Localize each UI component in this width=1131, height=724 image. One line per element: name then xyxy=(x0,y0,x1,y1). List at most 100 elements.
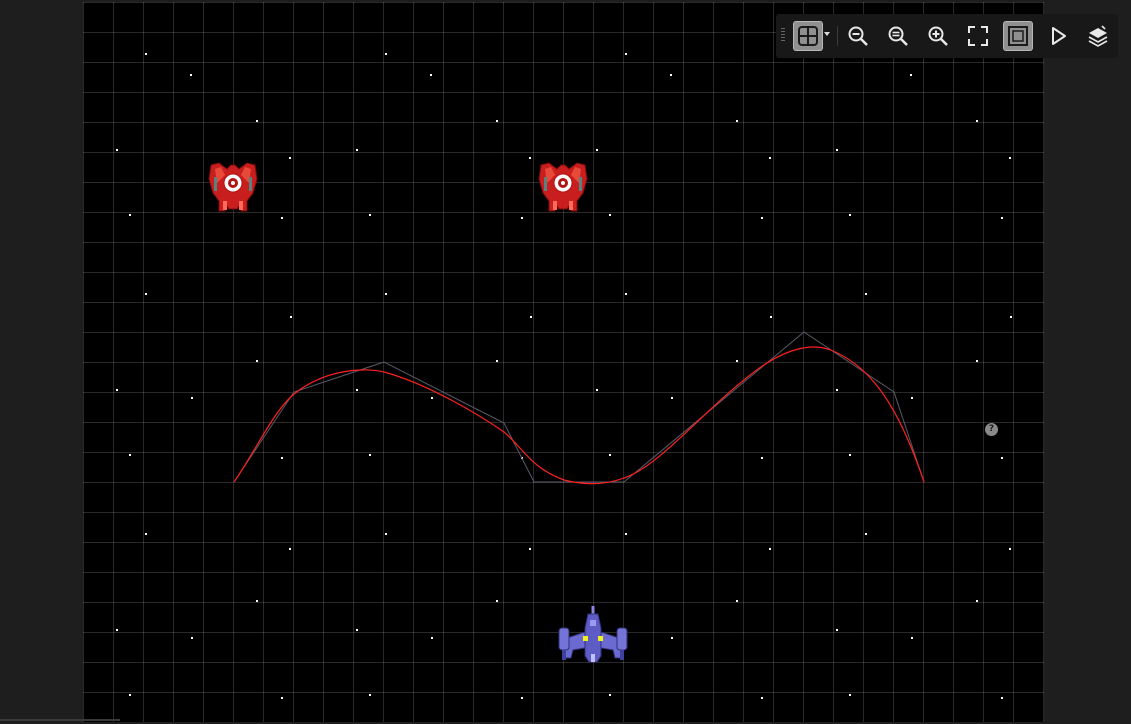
player-ship[interactable] xyxy=(558,606,628,663)
star xyxy=(976,600,978,602)
star xyxy=(431,397,433,399)
star xyxy=(191,397,193,399)
fullscreen-button[interactable] xyxy=(963,21,993,51)
star xyxy=(191,637,193,639)
star xyxy=(129,454,131,456)
star xyxy=(521,217,523,219)
star xyxy=(849,214,851,216)
star xyxy=(625,53,627,55)
star xyxy=(1009,548,1011,550)
star xyxy=(431,637,433,639)
zoom-reset-button[interactable] xyxy=(883,21,913,51)
star xyxy=(865,293,867,295)
star xyxy=(609,214,611,216)
star xyxy=(596,149,598,151)
fullscreen-icon xyxy=(968,26,988,46)
star xyxy=(256,120,258,122)
enemy-ship[interactable] xyxy=(538,162,588,212)
help-icon[interactable]: ? xyxy=(985,423,998,436)
star xyxy=(116,149,118,151)
star xyxy=(671,637,673,639)
frame-bounds-button[interactable] xyxy=(1003,21,1033,51)
zoom-in-icon xyxy=(928,26,948,46)
zoom-reset-icon xyxy=(888,26,908,46)
star xyxy=(529,548,531,550)
path-control-polygon[interactable] xyxy=(233,331,925,483)
star xyxy=(670,74,672,76)
star xyxy=(385,533,387,535)
zoom-out-button[interactable] xyxy=(843,21,873,51)
star xyxy=(256,600,258,602)
viewport-toolbar xyxy=(776,14,1118,58)
star xyxy=(911,397,913,399)
star xyxy=(290,316,292,318)
star xyxy=(770,316,772,318)
star xyxy=(116,389,118,391)
star xyxy=(836,389,838,391)
star xyxy=(849,694,851,696)
star xyxy=(145,293,147,295)
star xyxy=(625,533,627,535)
star xyxy=(496,120,498,122)
star xyxy=(1001,457,1003,459)
play-button[interactable] xyxy=(1043,21,1073,51)
editor-canvas[interactable] xyxy=(83,2,1044,722)
star xyxy=(625,293,627,295)
star xyxy=(1009,157,1011,159)
starfield xyxy=(116,53,1012,699)
star xyxy=(496,600,498,602)
grid-snap-button[interactable] xyxy=(793,21,823,51)
star xyxy=(145,53,147,55)
star xyxy=(736,360,738,362)
toolbar-grip-handle[interactable] xyxy=(781,28,785,42)
star xyxy=(281,697,283,699)
grid-options-chevron-down-icon[interactable] xyxy=(824,32,830,36)
star xyxy=(836,629,838,631)
layers-icon xyxy=(1088,25,1108,47)
panel-bottom-border xyxy=(0,719,120,721)
movement-path-curve[interactable] xyxy=(233,346,925,485)
toolbar-divider xyxy=(837,26,838,46)
star xyxy=(145,533,147,535)
star xyxy=(281,457,283,459)
star xyxy=(369,694,371,696)
star xyxy=(496,360,498,362)
grid-icon xyxy=(798,26,818,46)
star xyxy=(761,697,763,699)
star xyxy=(761,457,763,459)
star xyxy=(356,389,358,391)
star xyxy=(289,157,291,159)
star xyxy=(609,454,611,456)
star xyxy=(385,293,387,295)
star xyxy=(671,397,673,399)
star xyxy=(530,316,532,318)
layers-button[interactable] xyxy=(1083,21,1113,51)
star xyxy=(1010,316,1012,318)
star xyxy=(761,217,763,219)
star xyxy=(609,694,611,696)
star xyxy=(289,548,291,550)
star xyxy=(529,157,531,159)
star xyxy=(976,120,978,122)
zoom-in-button[interactable] xyxy=(923,21,953,51)
star xyxy=(190,74,192,76)
star xyxy=(849,454,851,456)
star xyxy=(769,548,771,550)
frame-icon xyxy=(1008,26,1028,46)
star xyxy=(1001,697,1003,699)
star xyxy=(281,217,283,219)
star xyxy=(769,157,771,159)
star xyxy=(116,629,118,631)
star xyxy=(369,454,371,456)
zoom-out-icon xyxy=(848,26,868,46)
star xyxy=(356,629,358,631)
star xyxy=(369,214,371,216)
star xyxy=(256,360,258,362)
star xyxy=(596,389,598,391)
enemy-ship[interactable] xyxy=(208,162,258,212)
star xyxy=(911,637,913,639)
star xyxy=(1001,217,1003,219)
star xyxy=(836,149,838,151)
star xyxy=(129,214,131,216)
star xyxy=(736,120,738,122)
